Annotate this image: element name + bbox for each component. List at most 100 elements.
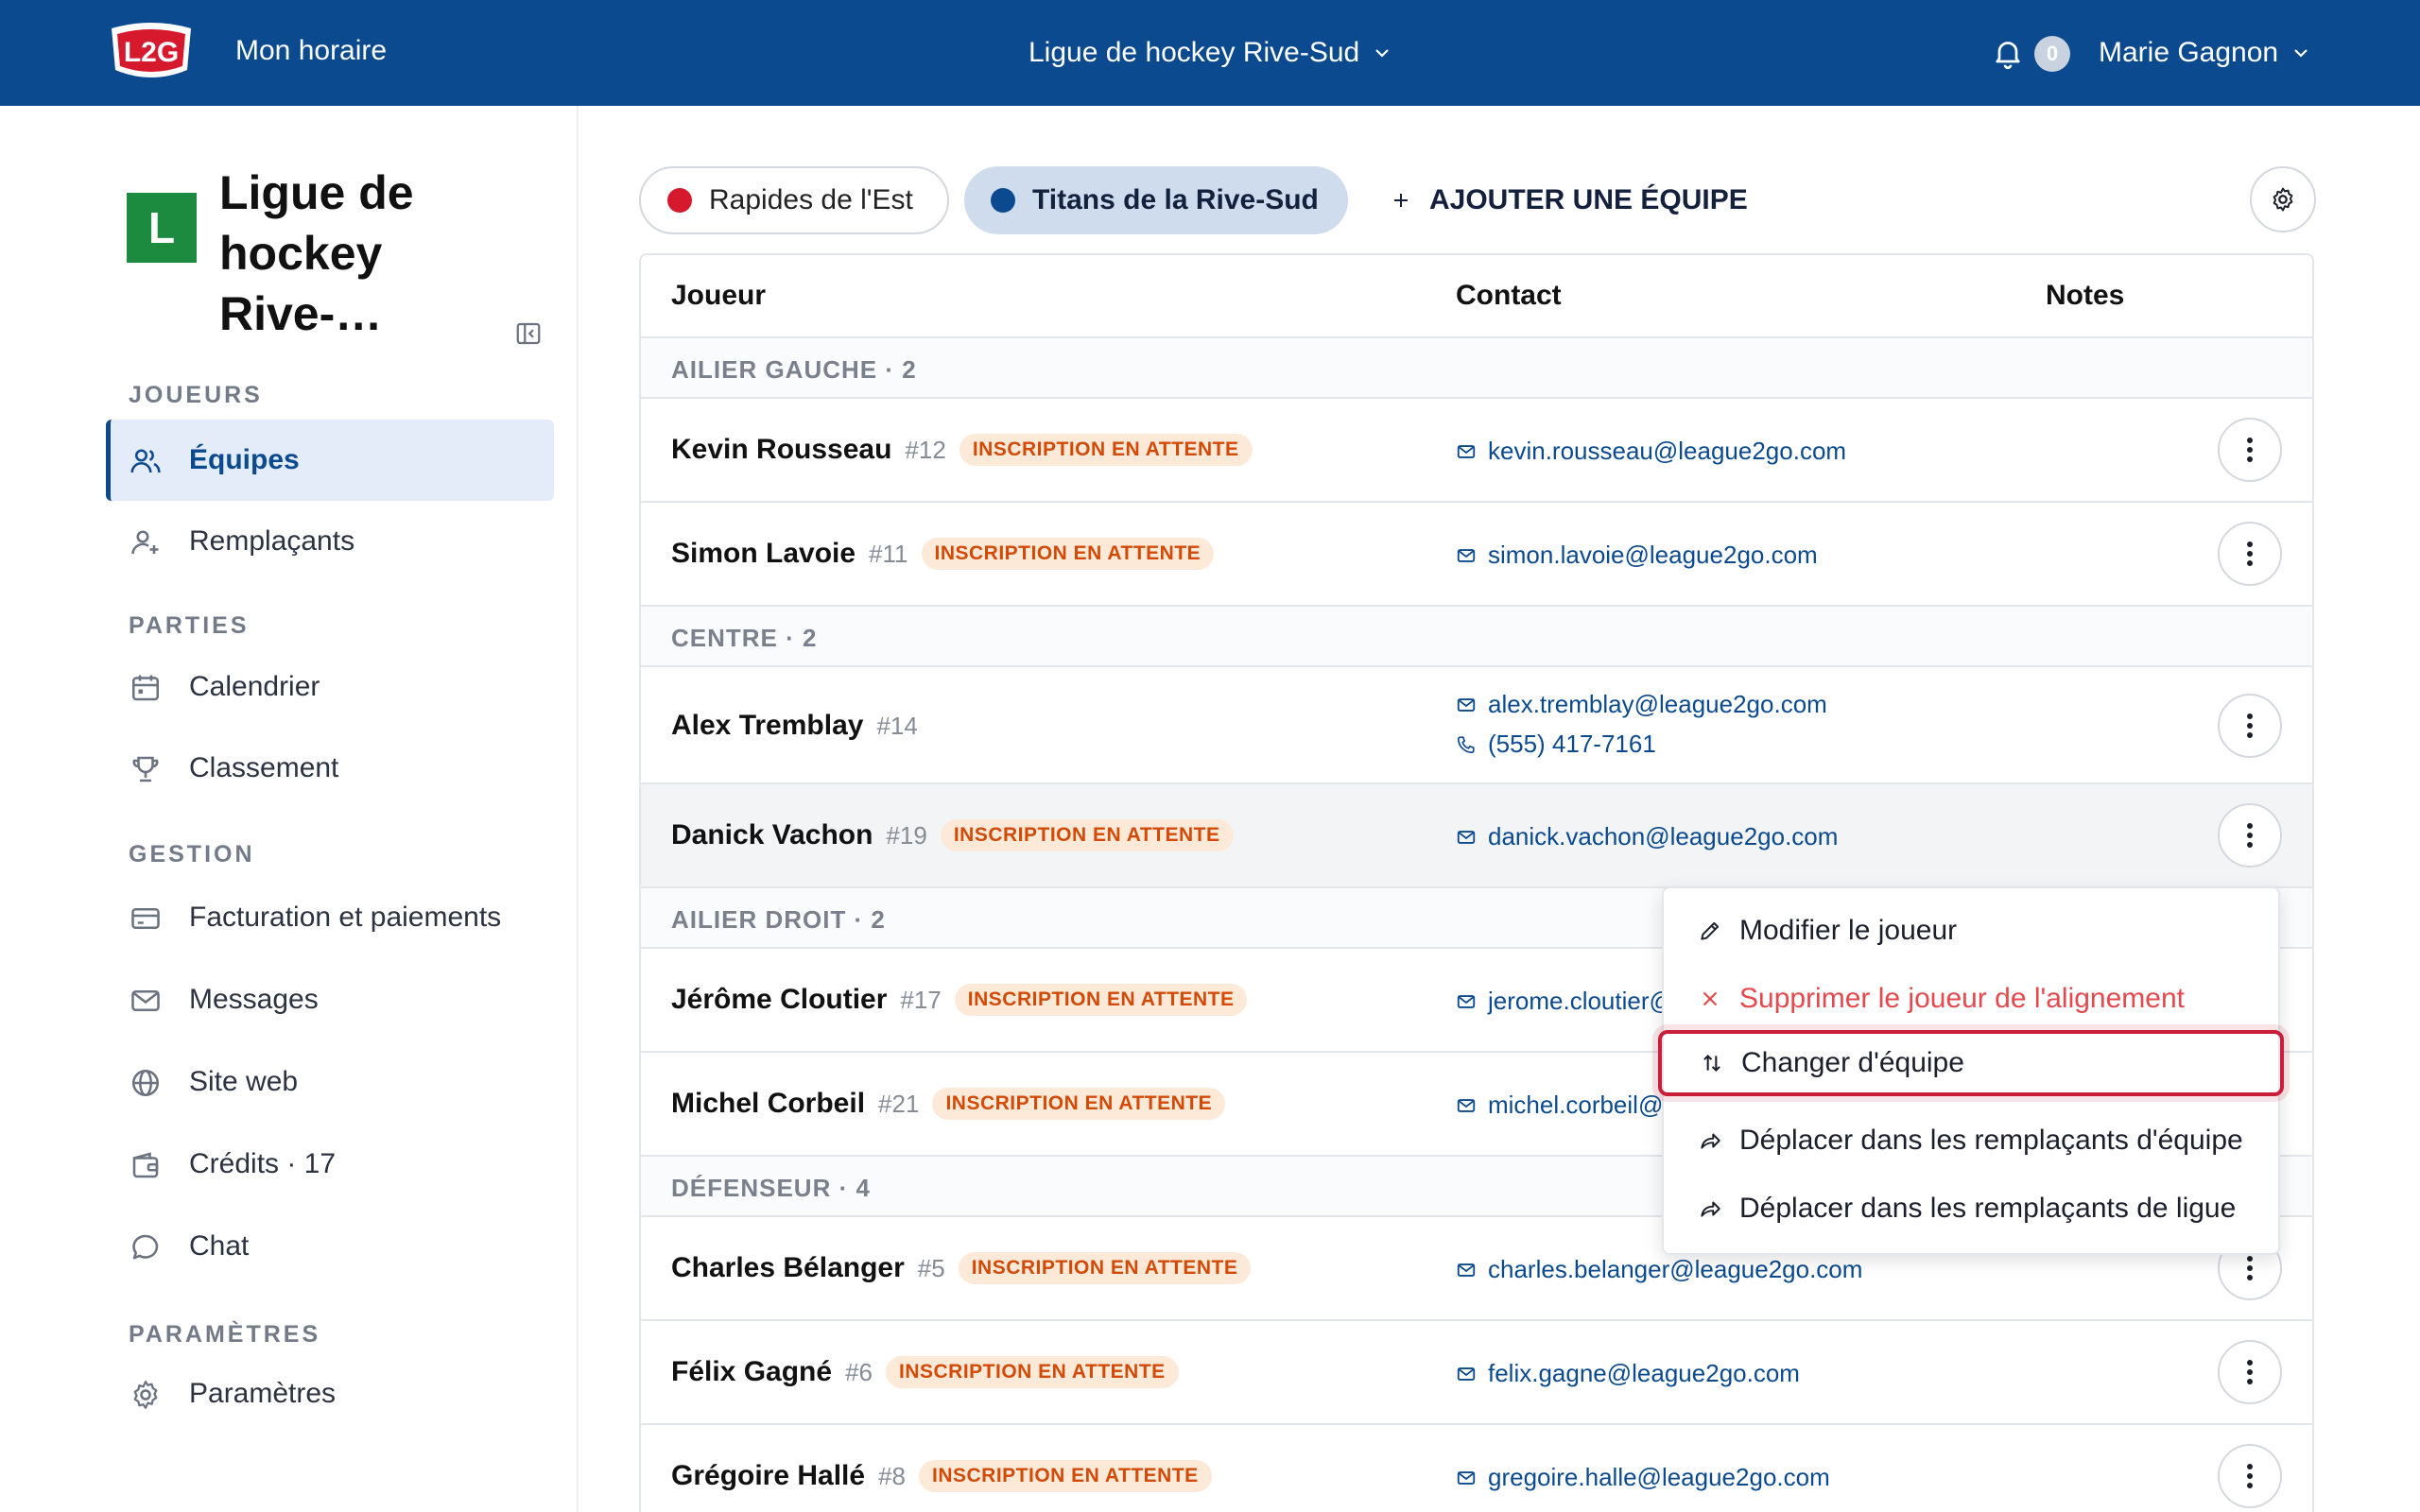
player-name[interactable]: Grégoire Hallé xyxy=(671,1460,865,1492)
group-left-wing: AILIER GAUCHE · 2 xyxy=(641,338,2312,399)
calendar-icon xyxy=(131,675,160,701)
pending-registration-badge: INSCRIPTION EN ATTENTE xyxy=(932,1088,1226,1120)
pending-registration-badge: INSCRIPTION EN ATTENTE xyxy=(940,819,1234,851)
move-arrow-icon xyxy=(1701,1201,1720,1217)
player-number: #17 xyxy=(900,985,942,1014)
more-vertical-icon xyxy=(2247,1464,2253,1488)
player-cell: Kevin Rousseau #12 INSCRIPTION EN ATTENT… xyxy=(671,431,1253,469)
tab-team-rapides[interactable]: Rapides de l'Est xyxy=(639,166,949,234)
group-label: CENTRE · 2 xyxy=(671,624,818,652)
email-text: jerome.cloutier@ xyxy=(1488,987,1674,1015)
table-header: Joueur Contact Notes xyxy=(641,255,2312,338)
mail-icon xyxy=(1457,830,1476,844)
row-actions-button[interactable] xyxy=(2218,522,2282,586)
player-name[interactable]: Jérôme Cloutier xyxy=(671,984,887,1016)
sidebar-item-billing[interactable]: Facturation et paiements xyxy=(106,877,554,958)
column-header-contact[interactable]: Contact xyxy=(1456,255,1562,336)
swap-vertical-icon xyxy=(1703,1054,1720,1073)
player-cell: Michel Corbeil #21 INSCRIPTION EN ATTENT… xyxy=(671,1085,1226,1123)
menu-item-label: Changer d'équipe xyxy=(1741,1047,1964,1078)
row-actions-button[interactable] xyxy=(2218,694,2282,758)
player-name[interactable]: Kevin Rousseau xyxy=(671,434,891,466)
table-row[interactable]: Grégoire Hallé #8 INSCRIPTION EN ATTENTE… xyxy=(641,1425,2312,1512)
row-actions-button[interactable] xyxy=(2218,803,2282,868)
contact-email[interactable]: alex.tremblay@league2go.com xyxy=(1456,690,1827,719)
player-number: #14 xyxy=(876,711,918,740)
sidebar-item-credits[interactable]: Crédits · 17 xyxy=(106,1124,554,1205)
contact-email[interactable]: jerome.cloutier@ xyxy=(1456,987,1674,1016)
contact-email[interactable]: michel.corbeil@ xyxy=(1456,1091,1663,1120)
player-name[interactable]: Michel Corbeil xyxy=(671,1088,865,1120)
player-cell: Alex Tremblay #14 xyxy=(671,707,918,745)
row-actions-button[interactable] xyxy=(2218,1444,2282,1508)
sidebar-item-calendar[interactable]: Calendrier xyxy=(106,646,554,728)
sidebar-item-standings[interactable]: Classement xyxy=(106,728,554,809)
table-row[interactable]: Kevin Rousseau #12 INSCRIPTION EN ATTENT… xyxy=(641,399,2312,503)
table-row[interactable]: Simon Lavoie #11 INSCRIPTION EN ATTENTE … xyxy=(641,503,2312,607)
column-header-notes[interactable]: Notes xyxy=(2046,255,2124,336)
row-actions-button[interactable] xyxy=(2218,418,2282,482)
pending-registration-badge: INSCRIPTION EN ATTENTE xyxy=(954,984,1248,1016)
table-row[interactable]: Danick Vachon #19 INSCRIPTION EN ATTENTE… xyxy=(641,784,2312,888)
mail-icon xyxy=(1457,548,1476,562)
table-row[interactable]: Félix Gagné #6 INSCRIPTION EN ATTENTE fe… xyxy=(641,1321,2312,1425)
menu-item-edit-player[interactable]: Modifier le joueur xyxy=(1664,898,2278,964)
menu-item-label: Déplacer dans les remplaçants d'équipe xyxy=(1739,1125,2243,1156)
row-actions-menu: Modifier le joueur Supprimer le joueur d… xyxy=(1658,886,2284,1255)
sidebar-item-messages[interactable]: Messages xyxy=(106,959,554,1040)
menu-item-remove-player[interactable]: Supprimer le joueur de l'alignement xyxy=(1664,966,2278,1032)
sidebar-item-label: Calendrier xyxy=(189,671,320,702)
tab-team-titans[interactable]: Titans de la Rive-Sud xyxy=(964,166,1348,234)
contact-email[interactable]: gregoire.halle@league2go.com xyxy=(1456,1463,1830,1492)
gear-icon xyxy=(2273,187,2293,212)
logo-text: L2G xyxy=(124,37,179,68)
league-switcher[interactable]: Ligue de hockey Rive-Sud xyxy=(1028,0,1392,106)
sidebar-item-website[interactable]: Site web xyxy=(106,1041,554,1123)
user-menu[interactable]: Marie Gagnon xyxy=(2099,0,2310,106)
pending-registration-badge: INSCRIPTION EN ATTENTE xyxy=(885,1356,1179,1388)
contact-email[interactable]: felix.gagne@league2go.com xyxy=(1456,1359,1800,1388)
add-team-button[interactable]: AJOUTER UNE ÉQUIPE xyxy=(1390,166,1748,234)
sidebar-item-settings[interactable]: Paramètres xyxy=(106,1353,554,1435)
sidebar-item-substitutes[interactable]: Remplaçants xyxy=(106,501,554,582)
email-text: alex.tremblay@league2go.com xyxy=(1488,690,1827,718)
team-settings-button[interactable] xyxy=(2250,166,2316,232)
more-vertical-icon xyxy=(2247,1256,2253,1280)
mail-icon xyxy=(1457,1263,1476,1277)
contact-email[interactable]: danick.vachon@league2go.com xyxy=(1456,822,1838,851)
menu-item-move-team-substitutes[interactable]: Déplacer dans les remplaçants d'équipe xyxy=(1664,1108,2278,1174)
phone-icon xyxy=(1457,735,1475,753)
close-icon xyxy=(1703,991,1718,1006)
tab-label: Titans de la Rive-Sud xyxy=(1032,184,1319,215)
org-name: Ligue de hockey Rive-… xyxy=(219,166,414,340)
email-text: simon.lavoie@league2go.com xyxy=(1488,541,1818,569)
player-cell: Grégoire Hallé #8 INSCRIPTION EN ATTENTE xyxy=(671,1457,1212,1495)
player-name[interactable]: Félix Gagné xyxy=(671,1356,832,1388)
league2go-logo[interactable]: L2G xyxy=(106,19,197,83)
contact-phone[interactable]: (555) 417-7161 xyxy=(1456,730,1656,759)
contact-email[interactable]: charles.belanger@league2go.com xyxy=(1456,1255,1862,1284)
more-vertical-icon xyxy=(2247,713,2253,738)
nav-my-schedule[interactable]: Mon horaire xyxy=(235,0,387,106)
table-row[interactable]: Alex Tremblay #14 alex.tremblay@league2g… xyxy=(641,667,2312,784)
player-name[interactable]: Alex Tremblay xyxy=(671,710,863,742)
sidebar-item-teams[interactable]: Équipes xyxy=(106,420,554,501)
menu-item-change-team[interactable]: Changer d'équipe xyxy=(1658,1030,2284,1096)
sidebar: L Ligue de hockey Rive-… JOUEURS Équipes… xyxy=(0,106,579,1512)
menu-item-move-league-substitutes[interactable]: Déplacer dans les remplaçants de ligue xyxy=(1664,1176,2278,1242)
collapse-sidebar-icon[interactable] xyxy=(514,319,543,348)
more-vertical-icon xyxy=(2247,438,2253,462)
player-cell: Simon Lavoie #11 INSCRIPTION EN ATTENTE xyxy=(671,535,1215,573)
pending-registration-badge: INSCRIPTION EN ATTENTE xyxy=(959,434,1253,466)
row-actions-button[interactable] xyxy=(2218,1340,2282,1404)
bell-icon[interactable] xyxy=(1991,36,2025,70)
sidebar-item-label: Classement xyxy=(189,752,339,783)
contact-email[interactable]: simon.lavoie@league2go.com xyxy=(1456,541,1818,570)
player-name[interactable]: Danick Vachon xyxy=(671,819,873,851)
sidebar-item-chat[interactable]: Chat xyxy=(106,1206,554,1287)
contact-email[interactable]: kevin.rousseau@league2go.com xyxy=(1456,437,1846,466)
column-header-player[interactable]: Joueur xyxy=(671,255,766,336)
player-name[interactable]: Charles Bélanger xyxy=(671,1252,905,1284)
player-name[interactable]: Simon Lavoie xyxy=(671,538,856,570)
sidebar-item-label: Facturation et paiements xyxy=(189,902,502,933)
